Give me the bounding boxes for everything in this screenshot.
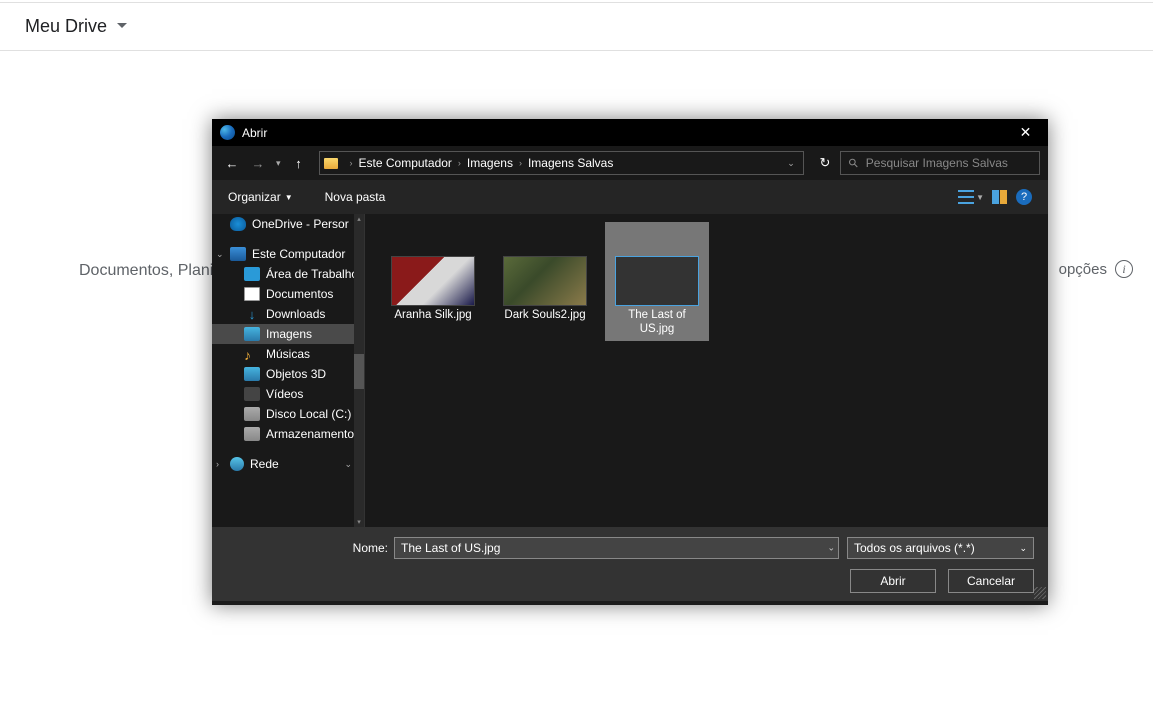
file-thumbnail — [503, 256, 587, 306]
file-name: The Last of US.jpg — [609, 308, 705, 337]
preview-pane-button[interactable] — [992, 190, 1008, 204]
help-icon[interactable]: ? — [1016, 189, 1032, 205]
desktop-icon — [244, 267, 260, 281]
breadcrumb-item[interactable]: Este Computador — [359, 156, 452, 170]
dialog-footer: Nome: ⌄ Todos os arquivos (*.*) ⌄ Abrir … — [212, 527, 1048, 601]
dialog-title: Abrir — [242, 126, 267, 140]
dialog-titlebar: Abrir ✕ — [212, 119, 1048, 146]
drive-bg-right: opções i — [1059, 260, 1133, 278]
disk-icon — [244, 407, 260, 421]
sidebar-thispc[interactable]: ⌄ Este Computador — [212, 244, 364, 264]
sidebar-localdisk[interactable]: Disco Local (C:) — [212, 404, 364, 424]
cancel-button[interactable]: Cancelar — [948, 569, 1034, 593]
network-icon — [230, 457, 244, 471]
expand-icon[interactable]: › — [216, 459, 219, 469]
breadcrumb-item[interactable]: Imagens — [467, 156, 513, 170]
back-button[interactable]: ← — [220, 151, 244, 175]
sidebar-documents[interactable]: Documentos — [212, 284, 364, 304]
info-icon[interactable]: i — [1115, 260, 1133, 278]
forward-button[interactable]: → — [246, 151, 270, 175]
objects3d-icon — [244, 367, 260, 381]
dialog-body: ▴ ▾ OneDrive - Persor ⌄ Este Computador … — [212, 214, 1048, 527]
sidebar-downloads[interactable]: Downloads — [212, 304, 364, 324]
file-thumbnail — [391, 256, 475, 306]
sidebar-music[interactable]: Músicas — [212, 344, 364, 364]
refresh-button[interactable]: ↻ — [812, 151, 838, 175]
onedrive-icon — [230, 217, 246, 231]
sidebar-onedrive[interactable]: OneDrive - Persor — [212, 214, 364, 234]
sidebar-videos[interactable]: Vídeos — [212, 384, 364, 404]
filetype-select[interactable]: Todos os arquivos (*.*) ⌄ — [847, 537, 1034, 559]
chevron-down-icon: ⌄ — [344, 459, 352, 470]
chevron-right-icon: › — [458, 158, 461, 168]
file-list[interactable]: Aranha Silk.jpg Dark Souls2.jpg The Last… — [364, 214, 1048, 527]
search-input[interactable]: ⚲ Pesquisar Imagens Salvas — [840, 151, 1040, 175]
file-open-dialog: Abrir ✕ ← → ▾ ↑ › Este Computador › Imag… — [212, 119, 1048, 605]
file-item-selected[interactable]: The Last of US.jpg — [605, 222, 709, 341]
folder-tree: ▴ ▾ OneDrive - Persor ⌄ Este Computador … — [212, 214, 364, 527]
address-dropdown[interactable]: ⌄ — [783, 158, 799, 169]
drive-breadcrumb-bar: Meu Drive — [0, 2, 1153, 51]
folder-icon — [324, 158, 338, 169]
new-folder-button[interactable]: Nova pasta — [325, 190, 386, 204]
download-icon — [244, 307, 260, 321]
scrollbar-thumb[interactable] — [354, 354, 364, 389]
chevron-right-icon: › — [350, 158, 353, 168]
sidebar-storage[interactable]: Armazenamento — [212, 424, 364, 444]
organize-menu[interactable]: Organizar ▼ — [228, 190, 293, 204]
storage-icon — [244, 427, 260, 441]
drive-title[interactable]: Meu Drive — [25, 16, 107, 37]
drive-options-text: opções — [1059, 261, 1107, 278]
sidebar-3d[interactable]: Objetos 3D — [212, 364, 364, 384]
resize-grip[interactable] — [1034, 587, 1046, 599]
search-placeholder: Pesquisar Imagens Salvas — [866, 156, 1008, 170]
drive-bg-text: Documentos, Plani — [79, 262, 213, 280]
recent-dropdown[interactable]: ▾ — [276, 158, 281, 169]
up-button[interactable]: ↑ — [287, 151, 311, 175]
sidebar-pictures[interactable]: Imagens — [212, 324, 364, 344]
filename-dropdown-icon[interactable]: ⌄ — [827, 543, 835, 554]
dialog-toolbar: Organizar ▼ Nova pasta ▼ ? — [212, 180, 1048, 214]
dialog-navbar: ← → ▾ ↑ › Este Computador › Imagens › Im… — [212, 146, 1048, 180]
file-thumbnail — [615, 256, 699, 306]
search-icon: ⚲ — [845, 155, 861, 171]
sidebar-network[interactable]: › Rede ⌄ — [212, 454, 364, 474]
address-bar[interactable]: › Este Computador › Imagens › Imagens Sa… — [319, 151, 804, 175]
file-name: Dark Souls2.jpg — [502, 308, 587, 322]
document-icon — [244, 287, 260, 301]
open-button[interactable]: Abrir — [850, 569, 936, 593]
filename-input[interactable] — [394, 537, 839, 559]
images-icon — [244, 327, 260, 341]
edge-icon — [220, 125, 235, 140]
file-name: Aranha Silk.jpg — [392, 308, 473, 322]
view-mode-button[interactable]: ▼ — [958, 190, 984, 204]
chevron-right-icon: › — [519, 158, 522, 168]
file-item[interactable]: Dark Souls2.jpg — [493, 222, 597, 326]
pc-icon — [230, 247, 246, 261]
music-icon — [244, 347, 260, 361]
sidebar-desktop[interactable]: Área de Trabalho — [212, 264, 364, 284]
video-icon — [244, 387, 260, 401]
file-item[interactable]: Aranha Silk.jpg — [381, 222, 485, 326]
breadcrumb-item[interactable]: Imagens Salvas — [528, 156, 613, 170]
dropdown-icon[interactable] — [117, 23, 127, 28]
close-button[interactable]: ✕ — [1003, 119, 1048, 146]
scroll-down-icon[interactable]: ▾ — [354, 517, 364, 527]
expand-icon[interactable]: ⌄ — [216, 249, 224, 260]
filename-label: Nome: — [353, 541, 388, 555]
